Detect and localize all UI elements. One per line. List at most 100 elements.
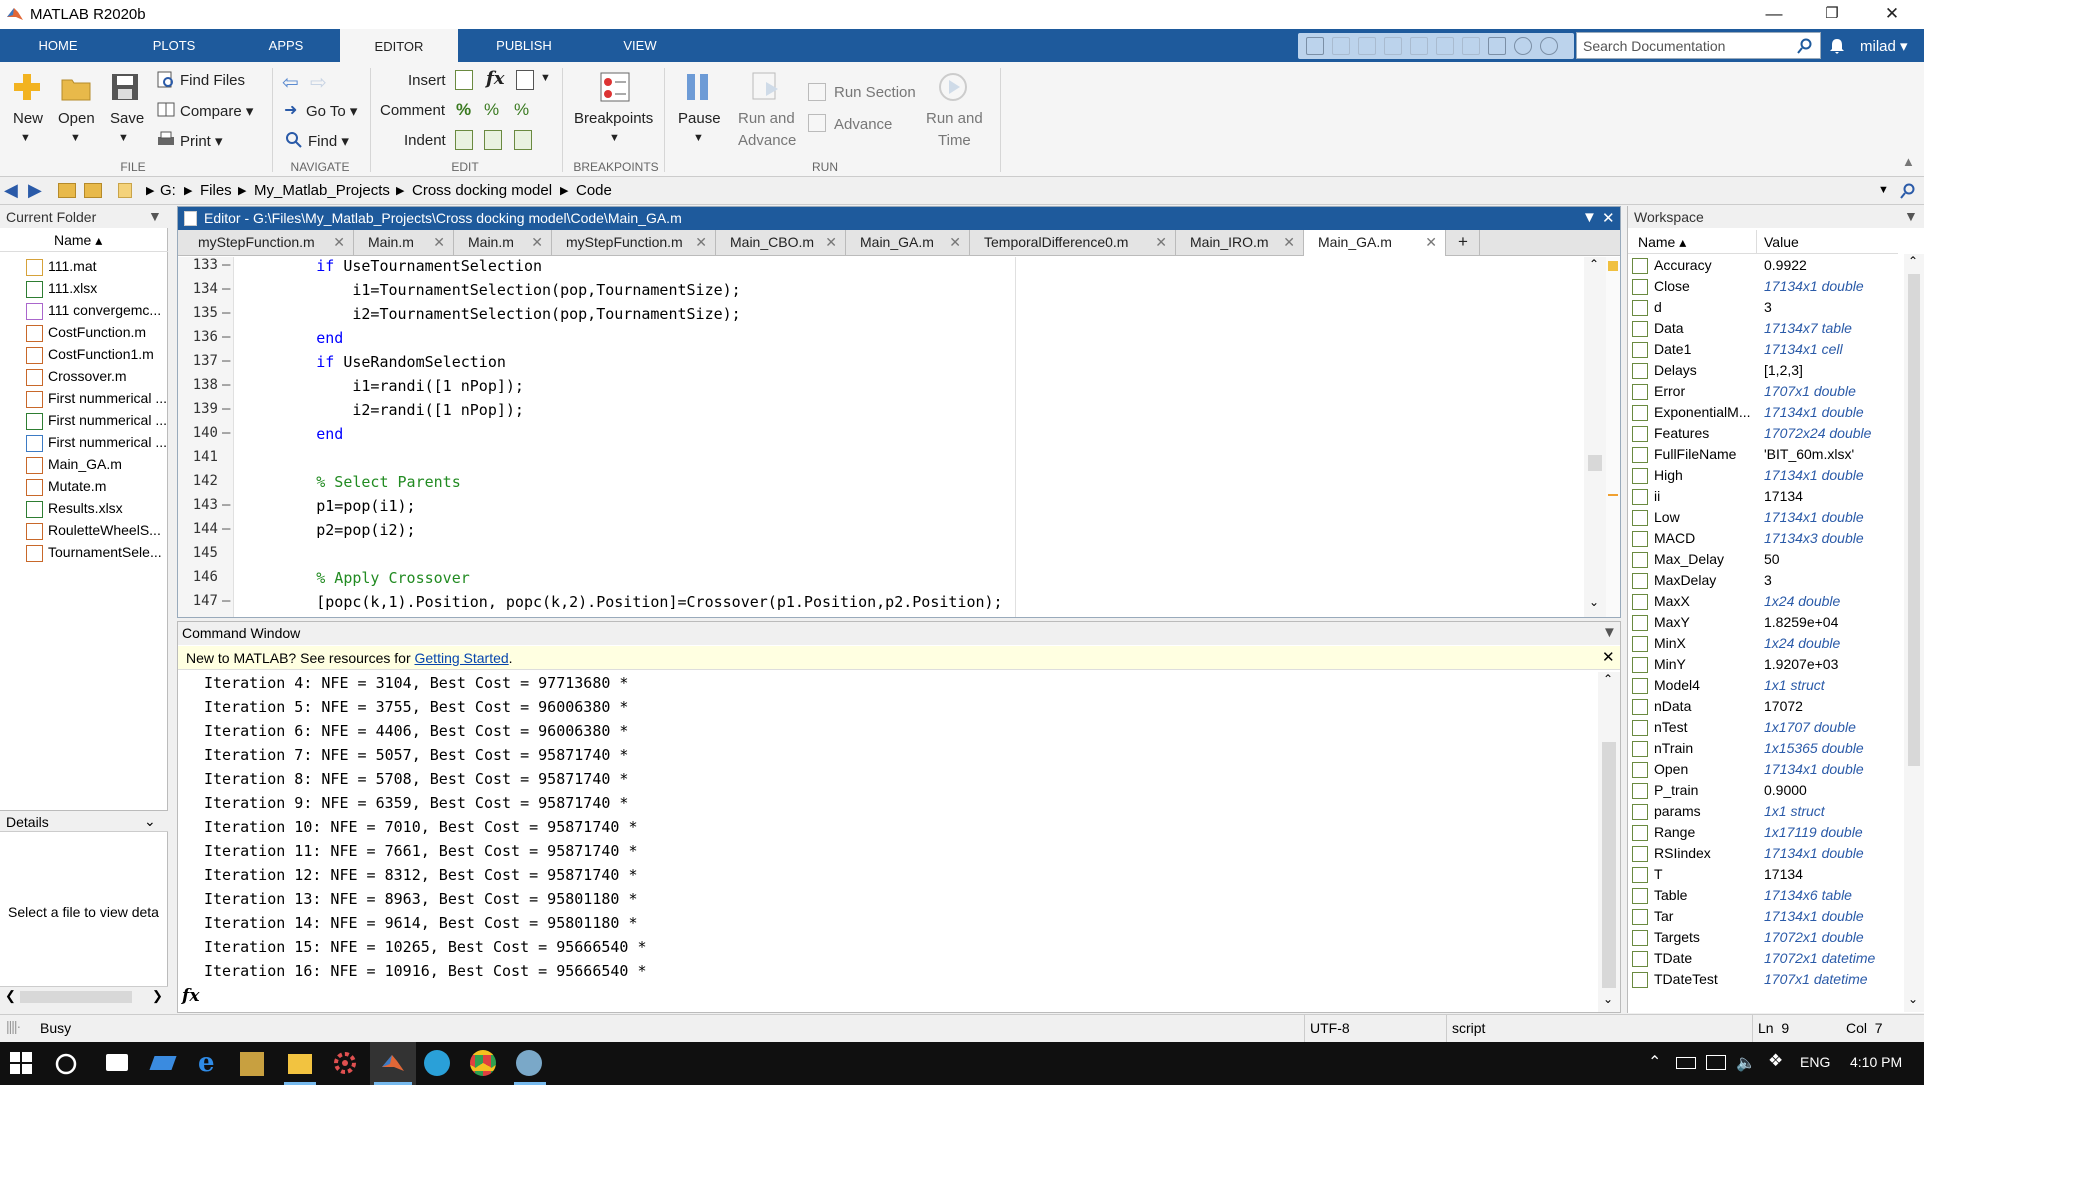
editor-options-icon[interactable]: ▼ [1582,209,1597,226]
command-window-options-icon[interactable]: ▼ [1602,624,1617,641]
search-documentation-input[interactable]: Search Documentation [1576,32,1821,59]
code-line[interactable]: i1=TournamentSelection(pop,TournamentSiz… [244,281,740,299]
breakpoint-dash[interactable]: – [222,281,230,297]
workspace-variable-row[interactable]: nTest 1x1707 double [1628,718,1898,739]
language-indicator[interactable]: ENG [1800,1054,1830,1070]
dropbox-icon[interactable]: ❖ [1768,1051,1783,1071]
new-button[interactable]: New [13,110,43,127]
workspace-variable-row[interactable]: Max_Delay 50 [1628,550,1898,571]
file-list-item[interactable]: First nummerical ... [48,390,168,406]
down-arrow-icon[interactable] [1540,37,1558,55]
restore-button[interactable]: ❐ [1812,2,1852,26]
close-tab-icon[interactable]: ✕ [1425,234,1437,251]
wrap-comments-icon[interactable]: % [514,100,529,120]
new-tab-button[interactable]: + [1450,230,1480,256]
search-circle-icon[interactable] [54,1052,78,1076]
scroll-down-icon[interactable]: ⌄ [1908,992,1918,1006]
save-button[interactable]: Save [110,110,144,127]
user-menu[interactable]: milad ▾ [1860,37,1908,55]
command-scrollbar[interactable]: ⌃ ⌄ [1598,672,1620,1012]
name-column-header[interactable]: Name ▴ [0,230,168,252]
workspace-variable-row[interactable]: MACD 17134x3 double [1628,529,1898,550]
workspace-variable-row[interactable]: MaxDelay 3 [1628,571,1898,592]
windows-start-icon[interactable] [10,1052,32,1074]
workspace-variable-row[interactable]: MinX 1x24 double [1628,634,1898,655]
file-list-item[interactable]: RouletteWheelS... [48,522,168,538]
file-list-item[interactable]: TournamentSele... [48,544,168,560]
file-list-item[interactable]: Crossover.m [48,368,168,384]
breakpoint-dash[interactable]: – [222,401,230,417]
warning-marker[interactable] [1608,494,1618,496]
insert-section-icon[interactable] [455,70,473,90]
insert-dropdown-icon[interactable]: ▼ [540,72,551,84]
breakpoint-dash[interactable]: – [222,593,230,609]
close-tab-icon[interactable]: ✕ [333,234,345,251]
name-column-header[interactable]: Name ▴ [1638,234,1686,251]
breakpoint-dash[interactable]: – [222,377,230,393]
code-line[interactable]: p1=pop(i1); [244,497,415,515]
tab-apps[interactable]: APPS [246,29,326,62]
uncomment-icon[interactable]: % [484,100,499,120]
file-list-item[interactable]: 111 convergemc... [48,302,168,318]
help-icon[interactable] [1514,37,1532,55]
close-tab-icon[interactable]: ✕ [1283,234,1295,251]
workspace-variable-row[interactable]: High 17134x1 double [1628,466,1898,487]
scroll-left-icon[interactable]: ❮ [5,988,16,1004]
open-button[interactable]: Open [58,110,95,127]
scrollbar-thumb[interactable] [1908,274,1920,766]
tab-view[interactable]: VIEW [600,29,680,62]
workspace-variable-row[interactable]: Delays [1,2,3] [1628,361,1898,382]
getting-started-link[interactable]: Getting Started [415,650,509,666]
compare-button[interactable]: Compare ▾ [180,102,253,120]
scroll-down-icon[interactable]: ⌄ [1603,992,1613,1006]
edge-icon[interactable]: e [198,1048,215,1078]
workspace-scrollbar[interactable]: ⌃ ⌄ [1904,254,1924,1012]
insert-function-icon[interactable]: fx [486,68,504,89]
file-explorer-icon[interactable] [288,1054,312,1074]
editor-tab[interactable]: Main_IRO.m ✕ [1176,230,1304,256]
file-list-item[interactable]: First nummerical ... [48,434,168,450]
code-line[interactable]: end [244,425,343,443]
workspace-variable-row[interactable]: Open 17134x1 double [1628,760,1898,781]
decrease-indent-icon[interactable] [514,130,532,150]
code-line[interactable]: % Apply Crossover [244,569,470,587]
code-line[interactable]: i2=randi([1 nPop]); [244,401,524,419]
search-folder-icon[interactable] [1900,183,1916,199]
breakpoints-dropdown-icon[interactable]: ▼ [609,132,620,144]
workspace-variable-row[interactable]: Targets 17072x1 double [1628,928,1898,949]
horizontal-scrollbar[interactable]: ❮ ❯ [0,986,168,1006]
print-button[interactable]: Print ▾ [180,132,223,150]
forward-arrow-icon[interactable]: ⇨ [310,70,327,95]
app-icon[interactable] [516,1050,542,1076]
workspace-variable-row[interactable]: Model4 1x1 struct [1628,676,1898,697]
run-and-time-button[interactable]: Run and [926,110,983,127]
editor-tab[interactable]: myStepFunction.m ✕ [184,230,354,256]
minimize-button[interactable]: — [1754,2,1794,26]
browse-folder-icon[interactable] [84,183,102,198]
warning-indicator-icon[interactable] [1608,261,1618,271]
cut-icon[interactable] [1332,37,1350,55]
file-list-item[interactable]: Results.xlsx [48,500,168,516]
workspace-variable-row[interactable]: ii 17134 [1628,487,1898,508]
back-arrow-icon[interactable]: ⇦ [282,70,299,95]
editor-scrollbar[interactable]: ⌃ ⌄ [1584,257,1606,617]
path-dropdown-icon[interactable]: ▼ [1878,184,1889,196]
save-icon[interactable] [1306,37,1324,55]
code-line[interactable]: [popc(k,1).Position, popc(k,2).Position]… [244,593,1002,611]
tab-editor[interactable]: EDITOR [340,29,458,62]
forward-icon[interactable]: ▶ [28,180,42,201]
workspace-variable-row[interactable]: RSIindex 17134x1 double [1628,844,1898,865]
code-line[interactable]: end [244,329,343,347]
file-list-item[interactable]: CostFunction.m [48,324,168,340]
editor-tab[interactable]: Main_GA.m ✕ [1304,230,1446,256]
editor-tab[interactable]: TemporalDifference0.m ✕ [970,230,1176,256]
breakpoint-dash[interactable]: – [222,353,230,369]
tab-publish[interactable]: PUBLISH [484,29,564,62]
collapse-ribbon-icon[interactable]: ▲ [1902,154,1915,169]
smart-indent-icon[interactable] [455,130,473,150]
editor-tab[interactable]: Main.m ✕ [454,230,552,256]
save-dropdown-icon[interactable]: ▼ [118,132,129,144]
editor-tab[interactable]: myStepFunction.m ✕ [552,230,716,256]
editor-tab[interactable]: Main.m ✕ [354,230,454,256]
workspace-variable-row[interactable]: Date1 17134x1 cell [1628,340,1898,361]
